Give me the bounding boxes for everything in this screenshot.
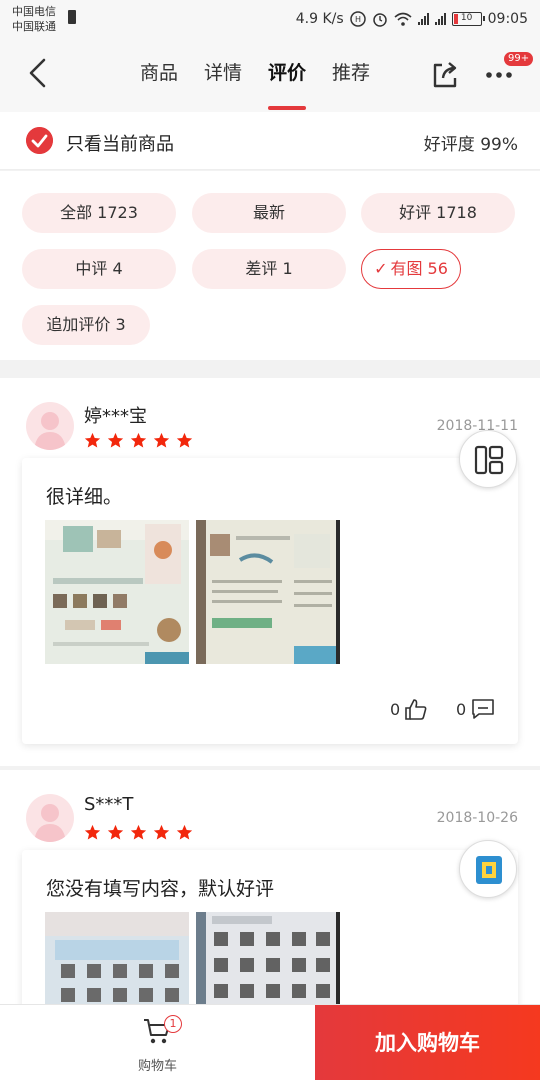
alarm-icon <box>372 13 387 27</box>
carrier-labels: 中国电信 中国联通 <box>12 4 56 34</box>
like-button[interactable]: 0 <box>390 698 428 720</box>
star-rating <box>84 824 193 841</box>
star-icon <box>176 824 193 840</box>
dictionary-icon <box>476 856 502 884</box>
tag-all[interactable]: 全部 1723 <box>22 193 176 233</box>
review-photo[interactable] <box>45 520 189 664</box>
like-count: 0 <box>390 699 401 719</box>
svg-text:H: H <box>355 15 361 24</box>
review-photo[interactable] <box>45 912 189 1004</box>
star-icon <box>84 432 101 448</box>
cart-label: 购物车 <box>137 1059 177 1074</box>
review-card: S***T 2018-10-26 您没有填写内容，默认好评 <box>0 770 540 1010</box>
review-text: 您没有填写内容，默认好评 <box>46 878 275 900</box>
review-date: 2018-10-26 <box>436 810 518 826</box>
tab-recommend[interactable]: 推荐 <box>332 58 370 92</box>
hd-call-icon: H <box>349 11 366 27</box>
top-nav: 商品 详情 评价 推荐 99+ <box>0 38 540 112</box>
back-icon[interactable] <box>22 56 56 90</box>
tag-followup[interactable]: 追加评价 3 <box>22 305 150 345</box>
product-reviews-page: 中国电信 中国联通 4.9 K/s H 10 09:05 商品 详情 评价 推荐 <box>0 0 540 1080</box>
comment-icon <box>472 699 494 719</box>
photo-thumbnail <box>196 912 340 1004</box>
tag-positive[interactable]: 好评 1718 <box>361 193 515 233</box>
carrier-1: 中国电信 <box>12 5 56 18</box>
layout-icon <box>474 445 504 475</box>
status-right: 4.9 K/s H 10 09:05 <box>296 10 528 28</box>
star-icon <box>107 432 124 448</box>
sim-icon <box>68 10 76 24</box>
bottom-bar: 1 购物车 加入购物车 <box>0 1004 540 1080</box>
review-photo[interactable] <box>196 520 340 664</box>
tag-with-photos-label: 有图 56 <box>390 259 448 278</box>
signal-2g-icon <box>434 13 446 25</box>
photo-thumbnail <box>196 520 340 664</box>
review-username: S***T <box>84 794 134 815</box>
tab-bar: 商品 详情 评价 推荐 <box>140 58 370 110</box>
tag-latest[interactable]: 最新 <box>192 193 346 233</box>
review-username: 婷***宝 <box>84 406 147 427</box>
filter-bar: 只看当前商品 好评度 99% <box>0 112 540 170</box>
review-tags: 全部 1723 最新 好评 1718 中评 4 差评 1 ✓ 有图 56 追加评价… <box>0 171 540 360</box>
tab-product[interactable]: 商品 <box>140 58 178 92</box>
comment-count: 0 <box>456 699 467 719</box>
status-bar: 中国电信 中国联通 4.9 K/s H 10 09:05 <box>0 0 540 38</box>
tag-negative[interactable]: 差评 1 <box>192 249 346 289</box>
positive-rate: 好评度 99% <box>423 135 518 155</box>
photo-thumbnail <box>45 912 189 1004</box>
avatar <box>26 402 74 450</box>
star-icon <box>130 432 147 448</box>
thumbs-up-icon <box>405 699 427 720</box>
photo-thumbnail <box>45 520 189 664</box>
comment-button[interactable]: 0 <box>456 698 496 720</box>
tab-details[interactable]: 详情 <box>204 58 242 92</box>
only-current-product-label[interactable]: 只看当前商品 <box>66 130 174 156</box>
star-icon <box>84 824 101 840</box>
review-content: 很详细。 0 0 <box>22 458 518 744</box>
dictionary-button[interactable] <box>459 840 517 898</box>
tag-with-photos[interactable]: ✓ 有图 56 <box>361 249 461 289</box>
layout-switch-button[interactable] <box>459 430 517 488</box>
review-photo[interactable] <box>196 912 340 1004</box>
battery-icon: 10 <box>451 12 485 26</box>
star-icon <box>153 824 170 840</box>
cart-count-badge: 1 <box>164 1015 182 1033</box>
star-icon <box>153 432 170 448</box>
message-badge: 99+ <box>504 52 534 66</box>
review-card: 婷***宝 2018-11-11 很详细。 0 0 <box>0 378 540 766</box>
share-icon[interactable] <box>430 60 460 90</box>
review-content: 您没有填写内容，默认好评 <box>22 850 518 1010</box>
avatar <box>26 794 74 842</box>
wifi-icon <box>394 12 412 26</box>
checkbox-checked-icon[interactable] <box>26 127 53 154</box>
tag-neutral[interactable]: 中评 4 <box>22 249 176 289</box>
signal-4g-icon <box>417 13 429 25</box>
default-avatar-icon <box>34 412 66 450</box>
clock: 09:05 <box>487 11 528 27</box>
check-icon: ✓ <box>374 259 388 278</box>
default-avatar-icon <box>34 804 66 842</box>
star-icon <box>107 824 124 840</box>
battery-level: 10 <box>460 13 473 23</box>
cart-button[interactable]: 1 购物车 <box>0 1005 315 1080</box>
carrier-2: 中国联通 <box>12 20 56 33</box>
star-icon <box>130 824 147 840</box>
network-speed: 4.9 K/s <box>295 11 344 27</box>
add-to-cart-button[interactable]: 加入购物车 <box>315 1005 540 1080</box>
tab-reviews[interactable]: 评价 <box>268 58 307 110</box>
star-rating <box>84 432 193 449</box>
star-icon <box>176 432 193 448</box>
review-text: 很详细。 <box>46 486 123 508</box>
